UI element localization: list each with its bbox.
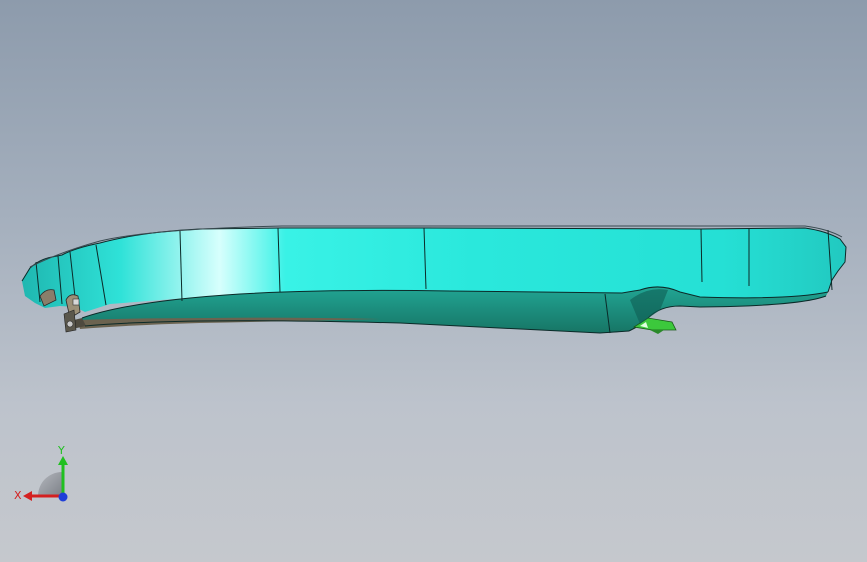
hull-model[interactable]	[0, 0, 867, 562]
y-axis-label: Y	[57, 444, 65, 457]
x-axis-arrow	[23, 491, 32, 501]
view-triad[interactable]: Y X	[10, 440, 80, 510]
x-axis-label: X	[14, 489, 22, 502]
y-axis-arrow	[58, 456, 68, 465]
z-axis-dot	[58, 492, 68, 502]
graphics-viewport[interactable]: Y X	[0, 0, 867, 562]
triad-sphere-quadrant	[38, 472, 62, 496]
